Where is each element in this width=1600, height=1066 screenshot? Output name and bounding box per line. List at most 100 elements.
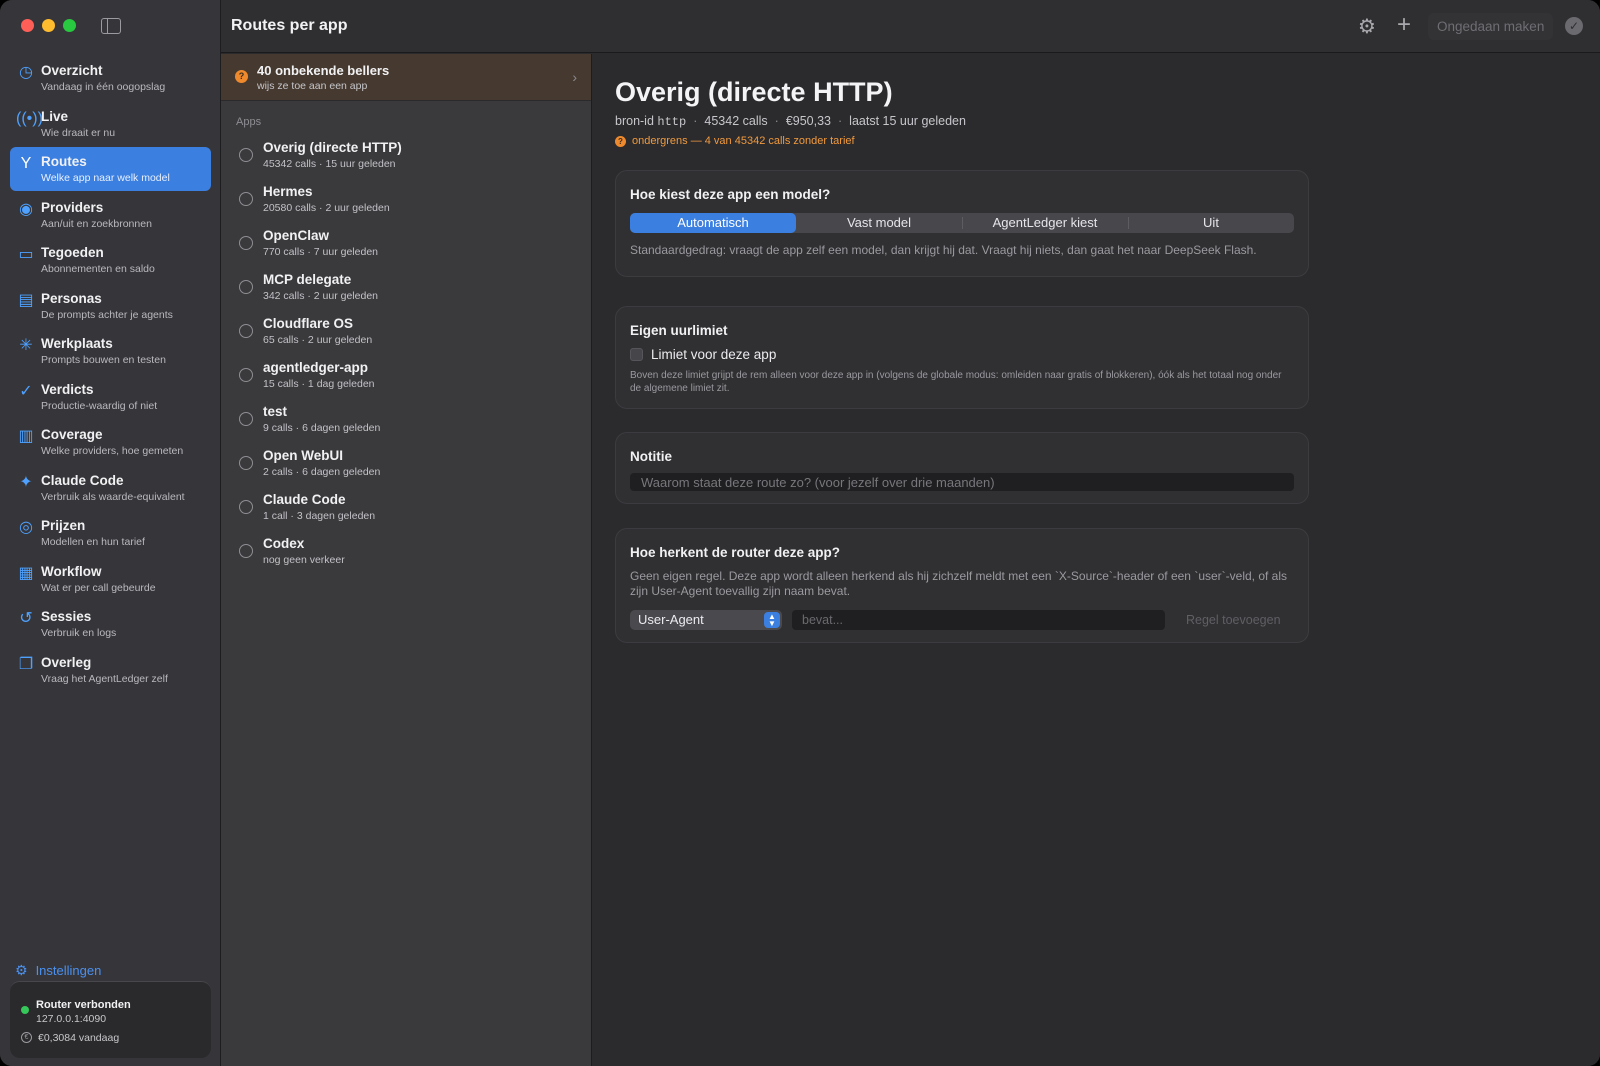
today-cost: €0,3084 vandaag [38, 1032, 120, 1044]
radio-icon[interactable] [239, 280, 253, 294]
sidebar-item-personas[interactable]: ▤ Personas De prompts achter je agents [10, 284, 211, 328]
radio-icon[interactable] [239, 148, 253, 162]
sidebar-item-overzicht[interactable]: ◷ Overzicht Vandaag in één oogopslag [10, 56, 211, 100]
app-list-item[interactable]: test 9 calls · 6 dagen geleden [221, 400, 592, 444]
app-name: test [263, 404, 288, 419]
app-list-item[interactable]: Claude Code 1 call · 3 dagen geleden [221, 488, 592, 532]
sidebar-item-label: Claude Code [41, 472, 124, 488]
sidebar-item-sessies[interactable]: ↺ Sessies Verbruik en logs [10, 602, 211, 646]
undo-button[interactable]: Ongedaan maken [1428, 13, 1554, 40]
sidebar-item-icon: ▭ [18, 246, 34, 263]
sidebar-nav: ◷ Overzicht Vandaag in één oogopslag ((•)) L… [10, 56, 211, 693]
app-list-item[interactable]: Codex nog geen verkeer [221, 532, 592, 576]
radio-icon[interactable] [239, 544, 253, 558]
sidebar-item-icon: ✦ [19, 473, 33, 491]
router-recognition-card: Hoe herkent de router deze app? Geen eig… [615, 528, 1309, 643]
radio-icon[interactable] [239, 192, 253, 206]
app-meta: 342 calls · 2 uur geleden [263, 290, 378, 302]
sidebar-item-icon: ↺ [19, 610, 33, 627]
sidebar-item-icon: ▤ [18, 291, 34, 309]
call-count: 45342 calls [704, 114, 768, 128]
updown-chevron-icon: ▲ ▼ [764, 612, 780, 628]
sidebar-item-prijzen[interactable]: ◎ Prijzen Modellen en hun tarief [10, 511, 211, 555]
app-list-item[interactable]: MCP delegate 342 calls · 2 uur geleden [221, 268, 592, 312]
match-field-select[interactable]: User-Agent ▲ ▼ [630, 610, 782, 630]
router-status-card: Router verbonden 127.0.0.1:4090 € €0,308… [10, 981, 211, 1058]
app-list-item[interactable]: agentledger-app 15 calls · 1 dag geleden [221, 356, 592, 400]
model-mode-option[interactable]: Uit [1128, 213, 1294, 233]
sidebar-toggle-icon[interactable] [101, 18, 121, 34]
sidebar-item-label: Coverage [41, 427, 103, 442]
sidebar-item-subtitle: Verbruik en logs [41, 627, 117, 639]
app-meta: nog geen verkeer [263, 554, 345, 566]
sidebar-item-label: Routes [41, 154, 87, 169]
radio-icon[interactable] [239, 236, 253, 250]
minimize-window-button[interactable] [42, 19, 55, 32]
unknown-callers-banner[interactable]: ? 40 onbekende bellers wijs ze toe aan e… [221, 54, 591, 101]
close-window-button[interactable] [21, 19, 34, 32]
app-meta: 45342 calls · 15 uur geleden [263, 158, 396, 170]
radio-icon[interactable] [239, 368, 253, 382]
app-meta: 15 calls · 1 dag geleden [263, 378, 375, 390]
sidebar-item-label: Personas [41, 290, 102, 306]
radio-icon[interactable] [239, 456, 253, 470]
sidebar-item-verdicts[interactable]: ✓ Verdicts Productie-waardig of niet [10, 375, 211, 419]
app-list-item[interactable]: Cloudflare OS 65 calls · 2 uur geleden [221, 312, 592, 356]
rule-value-input[interactable] [792, 610, 1165, 630]
app-meta: 20580 calls · 2 uur geleden [263, 202, 390, 214]
sidebar-item-label: Overzicht [41, 63, 103, 78]
sidebar-item-label: Tegoeden [41, 245, 104, 260]
hourly-limit-card: Eigen uurlimiet Limiet voor deze app Bov… [615, 306, 1309, 409]
sidebar-item-coverage[interactable]: ▥ Coverage Welke providers, hoe gemeten [10, 420, 211, 464]
model-mode-option[interactable]: Vast model [796, 213, 962, 233]
settings-link[interactable]: ⚙ Instellingen [15, 962, 101, 979]
checkbox-box[interactable] [630, 348, 643, 361]
sidebar-item-providers[interactable]: ◉ Providers Aan/uit en zoekbronnen [10, 193, 211, 237]
sidebar-item-icon: ◉ [19, 200, 33, 218]
sidebar-item-overleg[interactable]: ❐ Overleg Vraag het AgentLedger zelf [10, 648, 211, 692]
sidebar-item-subtitle: Verbruik als waarde-equivalent [41, 490, 185, 503]
app-name: MCP delegate [263, 272, 352, 287]
radio-icon[interactable] [239, 500, 253, 514]
sidebar-item-icon: ❐ [18, 655, 34, 673]
sidebar-item-tegoeden[interactable]: ▭ Tegoeden Abonnementen en saldo [10, 238, 211, 282]
app-limit-checkbox[interactable]: Limiet voor deze app [630, 347, 776, 362]
sidebar-item-routes[interactable]: Y Routes Welke app naar welk model [10, 147, 211, 191]
model-mode-option[interactable]: AgentLedger kiest [962, 213, 1128, 233]
app-name: Claude Code [263, 492, 346, 507]
note-card: Notitie [615, 432, 1309, 504]
router-status-title: Router verbonden [36, 999, 131, 1011]
zoom-window-button[interactable] [63, 19, 76, 32]
app-name: OpenClaw [263, 228, 330, 243]
sidebar-item-workflow[interactable]: ▦ Workflow Wat er per call gebeurde [10, 557, 211, 601]
plus-icon[interactable]: + [1397, 11, 1411, 39]
page-title: Routes per app [231, 17, 348, 34]
sidebar-item-werkplaats[interactable]: ✳ Werkplaats Prompts bouwen en testen [10, 329, 211, 373]
question-icon: ? [235, 70, 248, 83]
toolbar: Routes per app ⚙ + Ongedaan maken ✓ [221, 0, 1600, 53]
add-rule-button[interactable]: Regel toevoegen [1186, 613, 1281, 627]
app-list-item[interactable]: Open WebUI 2 calls · 6 dagen geleden [221, 444, 592, 488]
radio-icon[interactable] [239, 412, 253, 426]
sidebar-item-label: Live [41, 108, 69, 124]
app-list-item[interactable]: Overig (directe HTTP) 45342 calls · 15 uu… [221, 136, 592, 180]
note-input[interactable] [630, 473, 1294, 491]
banner-subtitle: wijs ze toe aan een app [257, 80, 368, 92]
chevron-right-icon: › [572, 69, 577, 85]
radio-icon[interactable] [239, 324, 253, 338]
app-meta: 2 calls · 6 dagen geleden [263, 466, 381, 478]
sidebar-item-subtitle: Welke app naar welk model [41, 172, 170, 184]
checkmark-icon[interactable]: ✓ [1565, 17, 1583, 35]
app-name: Codex [263, 536, 305, 551]
sidebar-item-icon: ◷ [19, 64, 33, 81]
gear-icon[interactable]: ⚙ [1358, 14, 1376, 39]
model-mode-option[interactable]: Automatisch [630, 213, 796, 233]
app-window: ◷ Overzicht Vandaag in één oogopslag ((•)) L… [0, 0, 1600, 1066]
sidebar: ◷ Overzicht Vandaag in één oogopslag ((•)) L… [0, 0, 221, 1066]
sidebar-item-live[interactable]: ((•)) Live Wie draait er nu [10, 102, 211, 146]
sidebar-item-label: Werkplaats [41, 336, 113, 351]
app-list-item[interactable]: Hermes 20580 calls · 2 uur geleden [221, 180, 592, 224]
sidebar-item-claude-code[interactable]: ✦ Claude Code Verbruik als waarde-equivale… [10, 466, 211, 510]
status-dot-icon [21, 1006, 29, 1014]
app-list-item[interactable]: OpenClaw 770 calls · 7 uur geleden [221, 224, 592, 268]
